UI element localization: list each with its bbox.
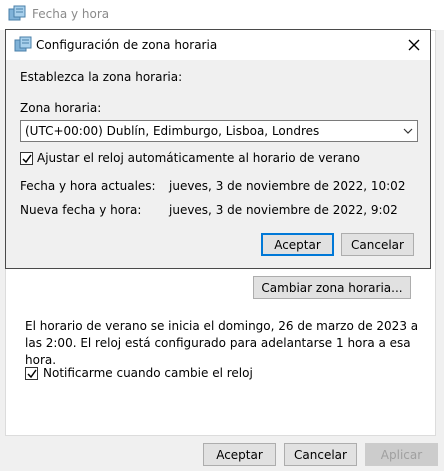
outer-title-bar: Fecha y hora <box>0 0 444 30</box>
timezone-selected-value: (UTC+00:00) Dublín, Edimburgo, Lisboa, L… <box>25 124 320 138</box>
chevron-down-icon <box>403 128 413 134</box>
dialog-ok-button[interactable]: Aceptar <box>261 233 334 256</box>
dst-info-text: El horario de verano se inicia el doming… <box>25 319 419 367</box>
checkmark-icon <box>27 369 37 379</box>
new-datetime-label: Nueva fecha y hora: <box>20 203 142 217</box>
checkmark-icon <box>22 154 32 164</box>
timezone-dialog: Configuración de zona horaria Establezca… <box>5 29 431 269</box>
outer-apply-button[interactable]: Aplicar <box>365 443 438 466</box>
clock-globe-icon <box>8 5 26 21</box>
dialog-title: Configuración de zona horaria <box>36 38 218 52</box>
dialog-title-bar: Configuración de zona horaria <box>6 30 430 60</box>
current-datetime-value: jueves, 3 de noviembre de 2022, 10:02 <box>169 179 406 193</box>
outer-cancel-button[interactable]: Cancelar <box>284 443 357 466</box>
clock-globe-icon <box>14 36 32 52</box>
outer-ok-button[interactable]: Aceptar <box>203 443 276 466</box>
close-icon[interactable] <box>404 35 424 55</box>
timezone-select[interactable]: (UTC+00:00) Dublín, Edimburgo, Lisboa, L… <box>20 120 418 142</box>
dst-checkbox[interactable] <box>20 152 33 165</box>
outer-window-title: Fecha y hora <box>32 7 110 21</box>
dialog-cancel-button[interactable]: Cancelar <box>341 233 414 256</box>
current-datetime-label: Fecha y hora actuales: <box>20 179 156 193</box>
notify-label[interactable]: Notificarme cuando cambie el reloj <box>43 366 253 380</box>
dst-checkbox-label[interactable]: Ajustar el reloj automáticamente al hora… <box>37 151 360 165</box>
new-datetime-value: jueves, 3 de noviembre de 2022, 9:02 <box>169 203 398 217</box>
timezone-label: Zona horaria: <box>20 101 102 115</box>
dialog-instruction: Establezca la zona horaria: <box>20 70 183 84</box>
notify-checkbox[interactable] <box>25 367 38 380</box>
change-timezone-button[interactable]: Cambiar zona horaria... <box>253 276 411 299</box>
